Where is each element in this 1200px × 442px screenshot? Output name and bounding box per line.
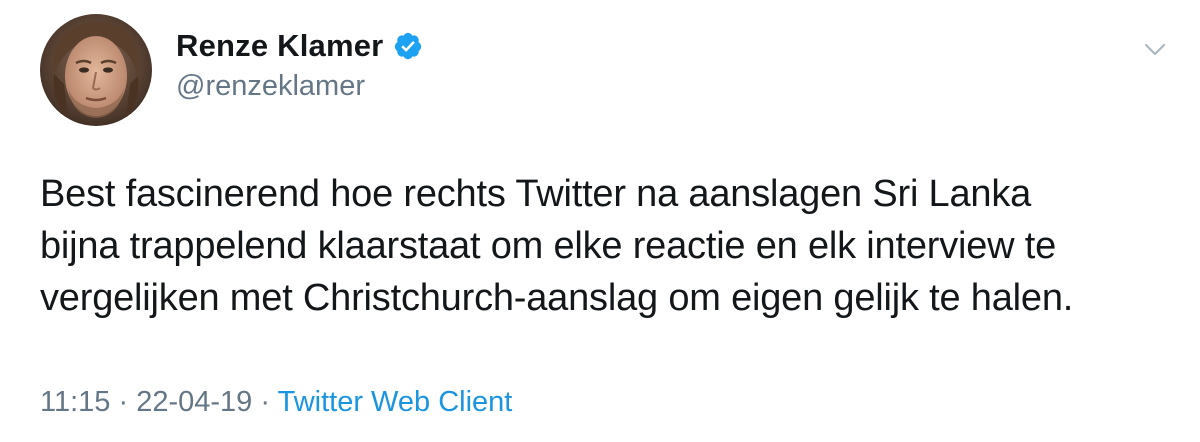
tweet-text: Best fascinerend hoe rechts Twitter na a… [40, 168, 1170, 324]
tweet-card: Renze Klamer @renzeklamer Best fascinere… [0, 0, 1200, 442]
tweet-text-line: Best fascinerend hoe rechts Twitter na a… [40, 173, 1032, 215]
tweet-time[interactable]: 11:15 [40, 386, 110, 418]
avatar[interactable] [40, 14, 152, 126]
chevron-down-icon[interactable] [1142, 36, 1168, 62]
avatar-image [40, 14, 152, 126]
tweet-date[interactable]: 22-04-19 [136, 386, 252, 418]
meta-separator: · [118, 386, 129, 418]
author-block[interactable]: Renze Klamer @renzeklamer [176, 24, 423, 103]
handle[interactable]: @renzeklamer [176, 70, 423, 103]
tweet-meta: 11:15 · 22-04-19 · Twitter Web Client [40, 386, 512, 419]
name-row: Renze Klamer [176, 24, 423, 68]
verified-badge-icon [393, 31, 423, 61]
display-name[interactable]: Renze Klamer [176, 28, 383, 64]
tweet-source-link[interactable]: Twitter Web Client [278, 386, 513, 418]
meta-separator: · [260, 386, 271, 418]
tweet-text-line: bijna trappelend klaarstaat om elke reac… [40, 225, 1057, 267]
tweet-text-line: vergelijken met Christchurch-aanslag om … [40, 277, 1074, 319]
